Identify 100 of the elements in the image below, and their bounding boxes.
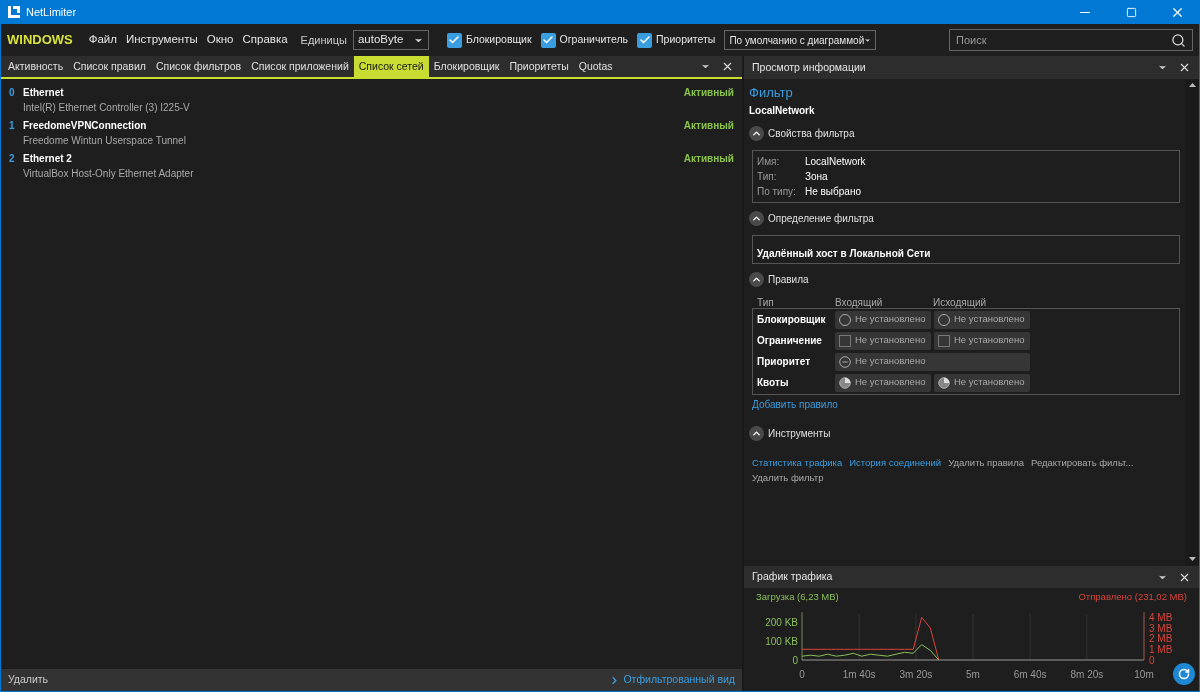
axis-label: 100 KB	[765, 636, 798, 648]
network-row[interactable]: 0 Ethernet Intel(R) Ethernet Controller (3) I225-V Активный	[1, 85, 742, 118]
filtered-view-link[interactable]: Отфильтрованный вид	[609, 672, 735, 688]
rule-button[interactable]: Не установлено	[835, 331, 931, 350]
axis-label: 6m 40s	[1013, 669, 1047, 681]
rule-type: Блокировщик	[757, 313, 827, 327]
close-icon[interactable]	[1178, 61, 1191, 74]
menu-item[interactable]: Окно	[206, 31, 234, 49]
property-value: Зона	[805, 169, 828, 184]
adapter-name: Freedome Wintun Userspace Tunnel	[23, 134, 187, 148]
tab[interactable]: Приоритеты	[504, 56, 574, 77]
collapse-button[interactable]	[749, 426, 764, 441]
window-title: NetLimiter	[26, 4, 77, 20]
add-rule-link[interactable]: Добавить правило	[752, 396, 1180, 412]
section-title: Свойства фильтра	[768, 127, 855, 141]
property-label: Имя:	[757, 154, 781, 169]
panel-title: График трафика	[752, 569, 834, 585]
axis-label: 1 MB	[1149, 644, 1173, 656]
rule-button[interactable]: Не установлено	[835, 352, 1030, 371]
app-logo-icon	[8, 6, 20, 18]
checkbox-label: Блокировщик	[465, 32, 532, 48]
rule-button[interactable]: Не установлено	[835, 310, 931, 329]
tool-link[interactable]: Удалить правила	[948, 454, 1024, 470]
collapse-button[interactable]	[749, 272, 764, 287]
tab[interactable]: Список фильтров	[150, 56, 247, 77]
axis-label: 10m	[1134, 669, 1154, 681]
row-index: 0	[9, 86, 16, 100]
chevron-up-icon	[751, 274, 762, 285]
tab[interactable]: Quotas	[573, 56, 618, 77]
minus-circle-icon	[839, 355, 851, 368]
menu-item[interactable]: Инструменты	[126, 31, 198, 49]
menu-item[interactable]: Справка	[242, 31, 288, 49]
pie-icon	[938, 376, 950, 389]
property-label: По типу:	[757, 184, 797, 199]
column-header: Исходящий	[933, 295, 988, 308]
rule-type: Приоритет	[757, 355, 812, 369]
network-row[interactable]: 1 FreedomeVPNConnection Freedome Wintun Userspace Tunnel Активный	[1, 118, 742, 151]
network-name: Ethernet 2	[23, 152, 73, 166]
legend-label: Загрузка (6,23 MB)	[756, 590, 839, 604]
check-icon	[638, 34, 651, 46]
rule-button[interactable]: Не установлено	[835, 373, 931, 392]
legend-label: Отправлено (231,02 MB)	[1078, 590, 1187, 604]
section-title: Определение фильтра	[768, 212, 874, 226]
search-icon	[1171, 32, 1186, 48]
menu-item[interactable]: Файл	[88, 31, 117, 49]
brand-label: WINDOWS	[7, 31, 73, 50]
tool-link[interactable]: История соединений	[849, 454, 942, 470]
delete-button[interactable]: Удалить	[8, 672, 49, 688]
axis-label: 200 KB	[765, 616, 798, 628]
property-label: Тип:	[757, 169, 778, 184]
units-label: Единицы	[300, 32, 347, 48]
status-text: Активный	[683, 152, 734, 166]
row-index: 2	[9, 152, 16, 166]
tab[interactable]: Список приложений	[246, 56, 354, 77]
rule-type: Ограничение	[757, 334, 823, 348]
network-row[interactable]: 2 Ethernet 2 VirtualBox Host-Only Ethernet Adapter Активный	[1, 151, 742, 184]
view-dropdown[interactable]: По умолчанию с диаграммой	[724, 30, 877, 50]
row-index: 1	[9, 119, 16, 133]
rule-type: Квоты	[757, 376, 790, 390]
tab[interactable]: Список сетей	[353, 56, 429, 77]
property-value: Не выбрано	[805, 184, 861, 199]
network-name: Ethernet	[23, 86, 65, 100]
rule-button[interactable]: Не установлено	[934, 310, 1030, 329]
collapse-button[interactable]	[749, 211, 764, 226]
close-icon[interactable]	[721, 60, 734, 73]
column-header: Тип	[757, 295, 775, 308]
tab[interactable]: Активность	[3, 56, 69, 77]
axis-label: 2 MB	[1149, 633, 1173, 645]
units-dropdown[interactable]: autoByte	[352, 30, 429, 50]
rule-button[interactable]: Не установлено	[934, 331, 1030, 350]
axis-label: 8m 20s	[1070, 669, 1104, 681]
tool-link[interactable]: Редактировать фильт...	[1031, 454, 1134, 470]
status-text: Активный	[683, 86, 734, 100]
property-value: LocalNetwork	[805, 154, 866, 169]
info-heading: Фильтр	[749, 84, 794, 102]
checkbox[interactable]	[637, 32, 653, 48]
left-axis	[801, 611, 803, 661]
checkbox[interactable]	[540, 32, 556, 48]
axis-label: 3m 20s	[899, 669, 933, 681]
tab[interactable]: Блокировщик	[428, 56, 505, 77]
checkbox[interactable]	[446, 32, 462, 48]
checkbox-icon	[839, 334, 851, 347]
scroll-up-icon[interactable]	[1188, 83, 1196, 87]
collapse-button[interactable]	[749, 126, 764, 141]
refresh-button[interactable]	[1173, 663, 1195, 685]
scroll-down-icon[interactable]	[1188, 557, 1196, 561]
checkbox-label: Ограничитель	[559, 32, 629, 48]
tool-link[interactable]: Удалить фильтр	[752, 469, 824, 485]
status-text: Активный	[683, 119, 734, 133]
section-title: Правила	[768, 273, 809, 287]
tool-link[interactable]: Статистика трафика	[752, 454, 843, 470]
checkbox-icon	[938, 334, 950, 347]
scrollbar[interactable]	[1185, 79, 1199, 565]
tab[interactable]: Список правил	[68, 56, 151, 77]
column-header: Входящий	[835, 295, 884, 308]
check-icon	[542, 34, 555, 46]
search-field[interactable]: Поиск	[949, 29, 1193, 51]
axis-label: 1m 40s	[842, 669, 876, 681]
chevron-up-icon	[751, 128, 762, 139]
rule-button[interactable]: Не установлено	[934, 373, 1030, 392]
